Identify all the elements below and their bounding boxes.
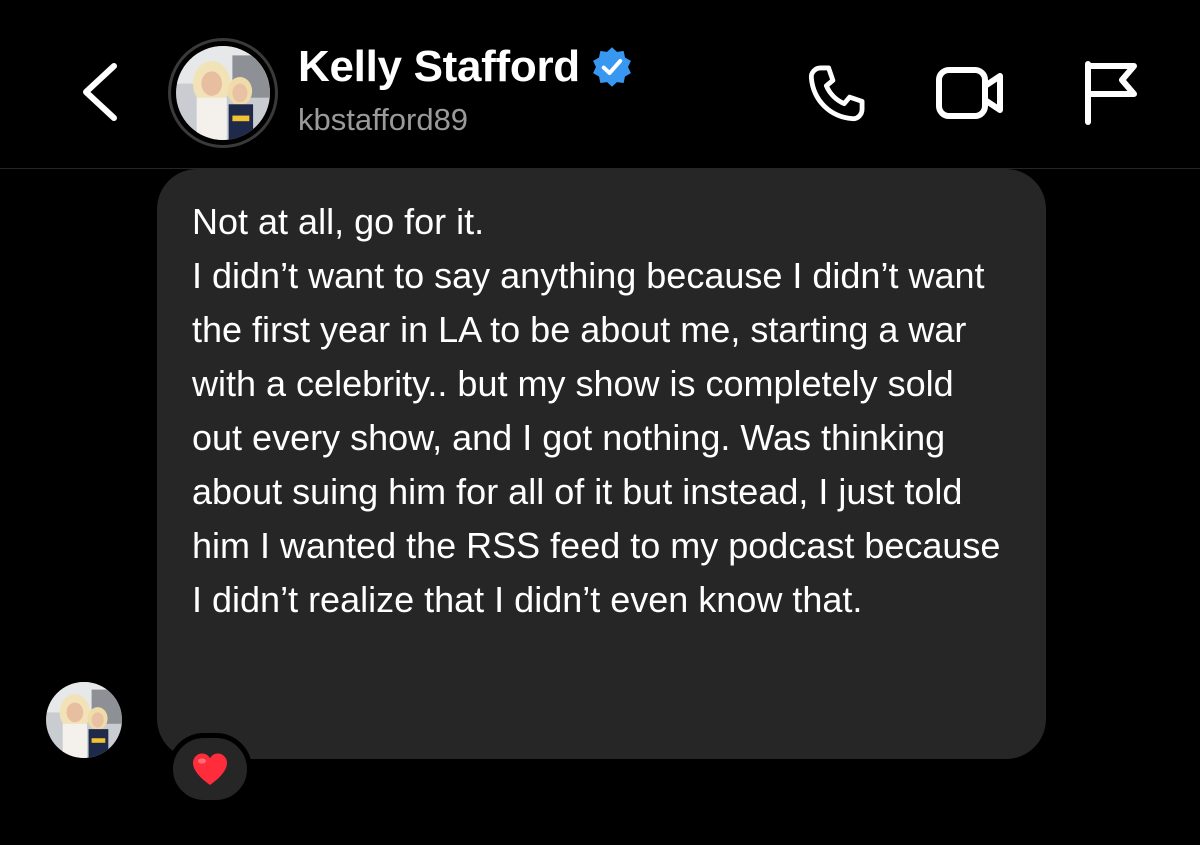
message-text-line: Not at all, go for it.	[192, 201, 485, 242]
heart-icon	[193, 753, 227, 785]
call-button[interactable]	[802, 60, 870, 128]
report-button[interactable]	[1078, 58, 1140, 126]
chevron-left-icon	[83, 63, 117, 121]
heart-reaction[interactable]	[168, 733, 252, 805]
sender-photo	[46, 682, 122, 758]
message-bubble[interactable]: Not at all, go for it. I didn’t want to …	[157, 169, 1046, 759]
video-call-button[interactable]	[934, 62, 1008, 124]
verified-badge-icon	[592, 47, 631, 87]
sender-avatar[interactable]	[46, 682, 122, 758]
profile-avatar[interactable]	[168, 38, 278, 148]
phone-icon	[808, 65, 865, 122]
back-button[interactable]	[72, 58, 132, 126]
message-text-body: I didn’t want to say anything because I …	[192, 255, 1001, 620]
flag-icon	[1085, 61, 1137, 125]
chat-header: Kelly Stafford kbstafford89	[0, 0, 1200, 169]
display-name: Kelly Stafford	[298, 42, 580, 91]
video-camera-icon	[936, 67, 1003, 119]
profile-name-row[interactable]: Kelly Stafford	[298, 42, 634, 92]
profile-photo	[176, 46, 270, 140]
username: kbstafford89	[298, 102, 469, 137]
